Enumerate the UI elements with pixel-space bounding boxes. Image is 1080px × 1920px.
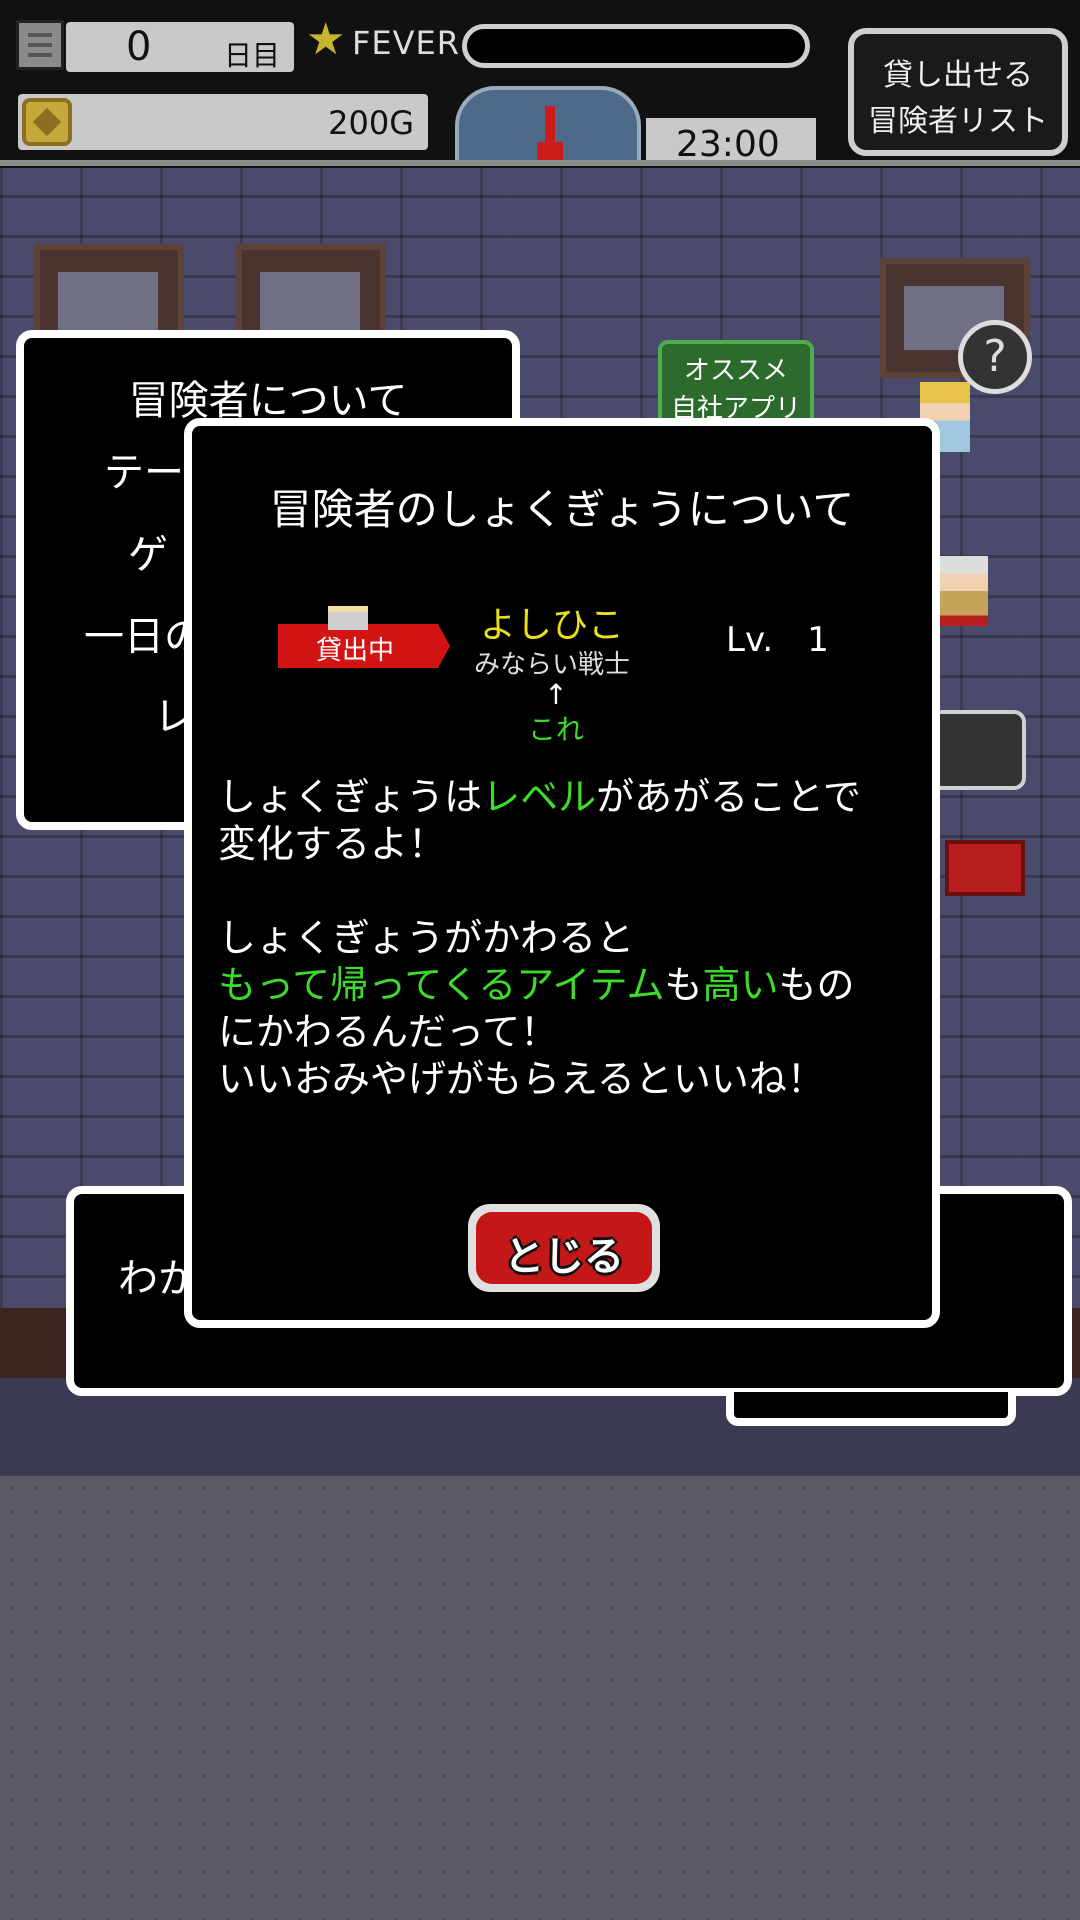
close-button-label: とじる xyxy=(504,1234,624,1280)
star-icon: ★ xyxy=(306,14,346,65)
menu-button[interactable] xyxy=(16,20,64,70)
time-value: 23:00 xyxy=(676,124,780,165)
promo-apps-button[interactable]: オススメ 自社アプリ xyxy=(658,340,814,430)
rental-status-label: 貸出中 xyxy=(316,636,395,666)
up-arrow-icon: ↑ xyxy=(544,678,568,711)
job-info-dialog: 冒険者のしょくぎょうについて 貸出中 よしひこ みならい戦士 Lv. 1 ↑ こ… xyxy=(184,418,940,1328)
body-line: しょくぎょうがかわると xyxy=(218,916,635,960)
adventurer-level: Lv. 1 xyxy=(726,620,829,660)
item-bubble xyxy=(930,710,1026,790)
adventurer-job: みならい戦士 xyxy=(473,650,630,680)
fever-label: FEVER xyxy=(352,24,460,62)
highlight-text: レベル xyxy=(482,775,597,819)
body-line: 変化するよ！ xyxy=(218,822,447,866)
coin-icon xyxy=(22,98,72,146)
help-icon: ? xyxy=(983,331,1007,382)
this-pointer-label: これ xyxy=(527,713,584,746)
body-line: にかわるんだって！ xyxy=(218,1010,559,1054)
rentable-adventurers-button[interactable]: 貸し出せる 冒険者リスト xyxy=(848,28,1068,156)
day-count: 0 xyxy=(126,24,152,70)
highlight-text: もって帰ってくるアイテム xyxy=(218,963,665,1007)
empty-area xyxy=(0,1476,1080,1920)
gold-display: 200G xyxy=(18,94,428,150)
day-counter: 0 日目 xyxy=(66,22,294,72)
clock-icon xyxy=(455,86,641,166)
back-dialog-line: テー xyxy=(104,450,184,496)
help-button[interactable]: ? xyxy=(958,320,1032,394)
top-hud: 0 日目 ★ FEVER 200G 23:00 貸し出せる 冒険者リスト xyxy=(0,0,1080,168)
close-button[interactable]: とじる xyxy=(468,1204,660,1292)
highlight-text: 高い xyxy=(702,963,779,1007)
rental-status-badge: 貸出中 xyxy=(278,624,450,668)
back-dialog-line: ゲ xyxy=(128,532,168,578)
time-display: 23:00 xyxy=(646,118,816,166)
adventurer-name: よしひこ xyxy=(479,605,624,646)
dialog-title: 冒険者のしょくぎょうについて xyxy=(269,485,855,534)
helmet-icon xyxy=(328,606,368,630)
rent-button-label-1: 貸し出せる xyxy=(883,58,1033,93)
gold-amount: 200G xyxy=(328,104,414,142)
promo-line-1: オススメ xyxy=(683,356,788,386)
body-line: しょくぎょうはレベルがあがることで xyxy=(218,775,861,819)
fever-gauge xyxy=(462,24,810,68)
hud-divider xyxy=(0,160,1080,166)
dialog-body: しょくぎょうはレベルがあがることで 変化するよ！ しょくぎょうがかわると もって… xyxy=(218,774,918,1103)
rent-button-label-2: 冒険者リスト xyxy=(868,104,1048,139)
body-line: もって帰ってくるアイテムも高いもの xyxy=(218,963,855,1007)
treasure-chest-icon xyxy=(945,840,1025,896)
day-unit: 日目 xyxy=(224,39,281,72)
body-line: いいおみやげがもらえるといいね！ xyxy=(218,1057,825,1101)
message-dialog-tab xyxy=(726,1392,1016,1426)
warrior-character xyxy=(938,556,988,626)
